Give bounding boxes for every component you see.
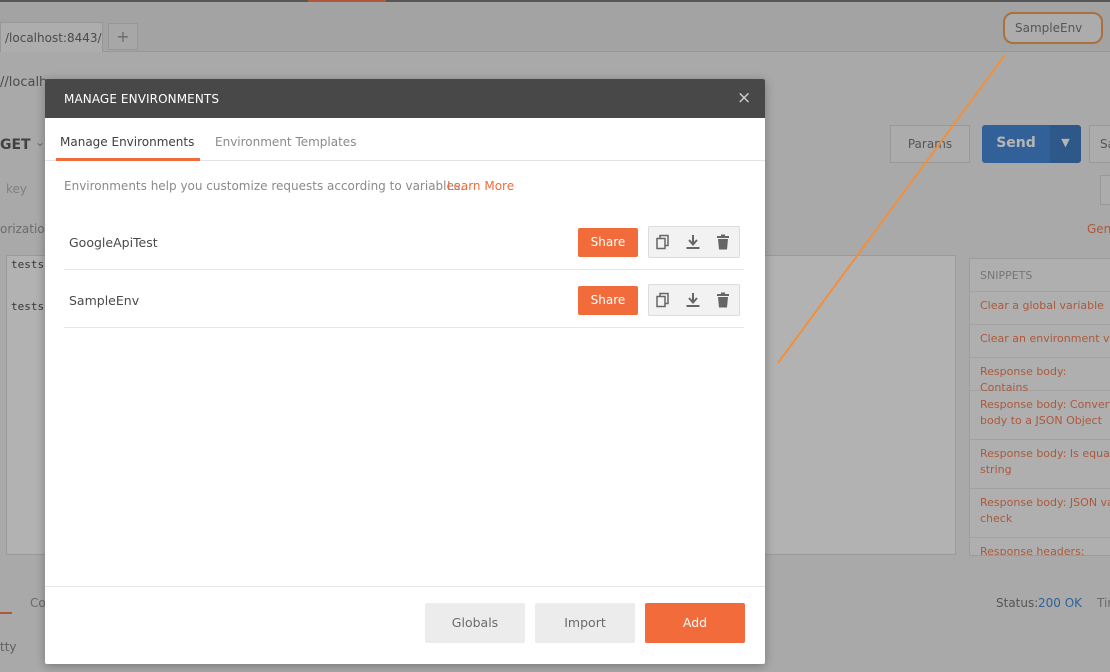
annotation-line bbox=[777, 54, 1006, 364]
